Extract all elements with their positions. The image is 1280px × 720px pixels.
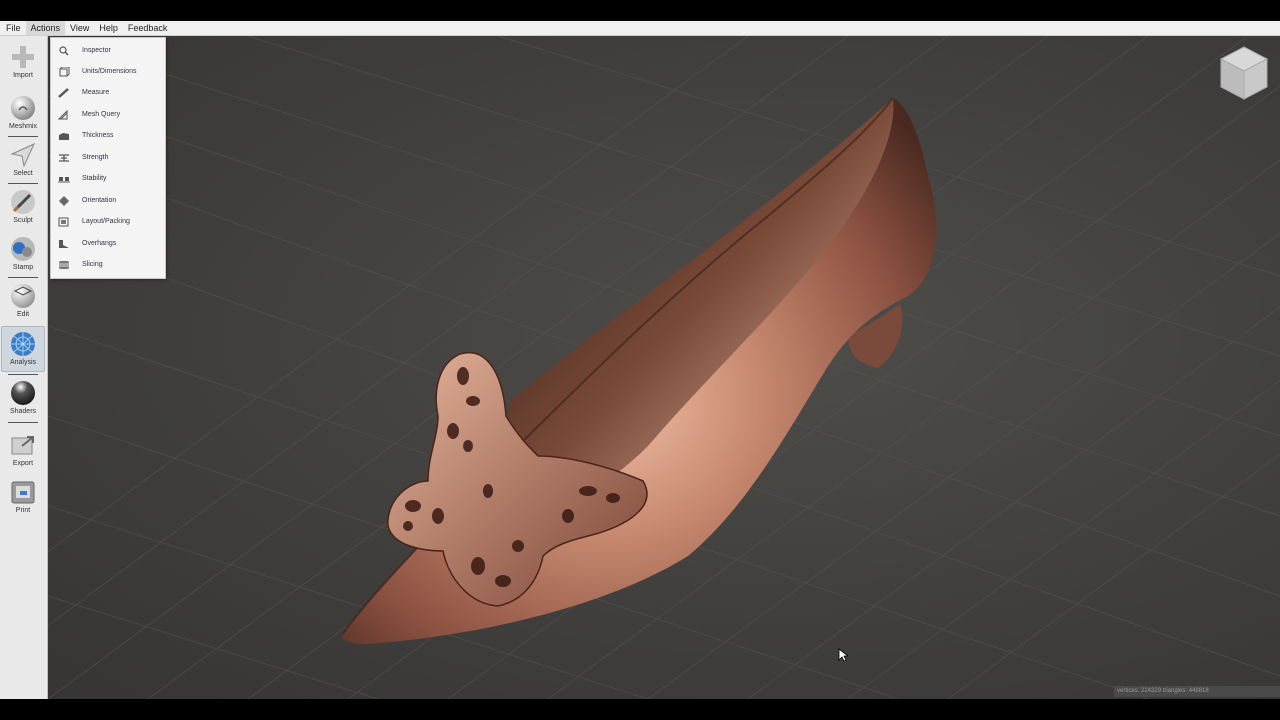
toolbar-divider: [8, 136, 38, 137]
tool-select[interactable]: Select: [2, 138, 44, 182]
tool-label: Print: [15, 507, 31, 514]
slicing-icon: [59, 260, 69, 269]
view-cube-icon[interactable]: [1219, 45, 1269, 101]
tool-edit[interactable]: Edit: [2, 279, 44, 323]
tool-label: Select: [13, 170, 33, 177]
menu-item-label: Slicing: [82, 261, 103, 268]
overhangs-icon: [59, 239, 69, 248]
tool-sculpt[interactable]: Sculpt: [2, 185, 44, 229]
mouse-cursor-icon: [838, 648, 848, 662]
menu-item-slicing[interactable]: Slicing: [51, 254, 165, 275]
bottom-black-bar: [0, 699, 1280, 720]
select-arrow-icon: [10, 142, 36, 168]
menu-view[interactable]: View: [65, 21, 94, 35]
menu-item-label: Mesh Query: [82, 111, 121, 118]
menu-item-label: Inspector: [82, 47, 111, 54]
menu-item-label: Orientation: [82, 197, 117, 204]
stability-icon: [58, 176, 70, 182]
menu-item-label: Layout/Packing: [82, 218, 130, 225]
menu-item-mesh-query[interactable]: Mesh Query: [51, 104, 165, 125]
menu-item-layout-packing[interactable]: Layout/Packing: [51, 211, 165, 232]
3d-viewport[interactable]: [48, 36, 1280, 699]
menu-item-strength[interactable]: Strength: [51, 147, 165, 168]
units-box-icon: [59, 66, 70, 76]
menu-file[interactable]: File: [0, 21, 26, 35]
tool-stamp[interactable]: Stamp: [2, 232, 44, 276]
tool-analysis[interactable]: Analysis: [1, 326, 45, 372]
sculpt-brush-icon: [11, 190, 35, 214]
menu-item-thickness[interactable]: Thickness: [51, 125, 165, 146]
menu-item-label: Units/Dimensions: [82, 68, 137, 75]
edit-sphere-icon: [11, 284, 35, 308]
analysis-icon: [11, 332, 35, 356]
menu-item-stability[interactable]: Stability: [51, 168, 165, 189]
shoe-model[interactable]: [342, 97, 937, 644]
toolbar-divider: [8, 374, 38, 375]
print-icon: [11, 481, 35, 504]
tool-meshmix[interactable]: Meshmix: [2, 91, 44, 135]
tool-shaders[interactable]: Shaders: [2, 376, 44, 420]
tool-print[interactable]: Print: [2, 475, 44, 519]
layout-packing-icon: [58, 217, 69, 226]
mesh-query-icon: [58, 109, 68, 119]
menu-item-measure[interactable]: Measure: [51, 82, 165, 103]
menu-item-label: Measure: [82, 89, 110, 96]
toolbar-divider: [8, 422, 38, 423]
tool-label: Shaders: [9, 408, 37, 415]
analysis-dropdown-menu: Inspector Units/Dimensions Measure Mesh …: [50, 37, 166, 279]
left-toolbar: Import Meshmix Select Sculpt Stamp Edit …: [0, 36, 48, 699]
orientation-icon: [59, 195, 69, 206]
plus-icon: [12, 46, 34, 68]
menu-item-inspector[interactable]: Inspector: [51, 40, 165, 61]
export-icon: [11, 436, 34, 455]
shaders-sphere-icon: [11, 381, 35, 405]
menu-item-units-dimensions[interactable]: Units/Dimensions: [51, 61, 165, 82]
tool-import[interactable]: Import: [2, 40, 44, 84]
menu-actions[interactable]: Actions: [25, 21, 66, 35]
menu-feedback[interactable]: Feedback: [123, 21, 173, 35]
tool-label: Sculpt: [13, 217, 33, 224]
menu-help[interactable]: Help: [94, 21, 123, 35]
floor-grid: [48, 36, 1280, 699]
tool-export[interactable]: Export: [2, 428, 44, 472]
menu-item-overhangs[interactable]: Overhangs: [51, 233, 165, 254]
tool-label: Edit: [16, 311, 30, 318]
meshmix-sphere-icon: [11, 96, 35, 120]
tool-label: Import: [13, 72, 33, 79]
toolbar-divider: [8, 277, 38, 278]
toolbar-divider: [8, 183, 38, 184]
top-black-bar: [0, 0, 1280, 21]
tool-label: Analysis: [9, 359, 37, 366]
menu-item-label: Thickness: [82, 132, 114, 139]
menu-item-orientation[interactable]: Orientation: [51, 190, 165, 211]
magnifier-icon: [59, 45, 69, 56]
tool-label: Export: [12, 460, 34, 467]
stamp-icon: [11, 237, 35, 261]
ruler-icon: [58, 87, 69, 98]
mesh-stats: vertices: 224329 triangles: 448818: [1114, 686, 1280, 697]
thickness-icon: [59, 132, 69, 140]
strength-icon: [59, 153, 69, 162]
menu-bar: File Actions View Help Feedback: [0, 21, 1280, 36]
menu-item-label: Strength: [82, 154, 109, 161]
tool-label: Stamp: [12, 264, 34, 271]
tool-label: Meshmix: [8, 123, 37, 130]
menu-item-label: Overhangs: [82, 240, 117, 247]
menu-item-label: Stability: [82, 175, 107, 182]
